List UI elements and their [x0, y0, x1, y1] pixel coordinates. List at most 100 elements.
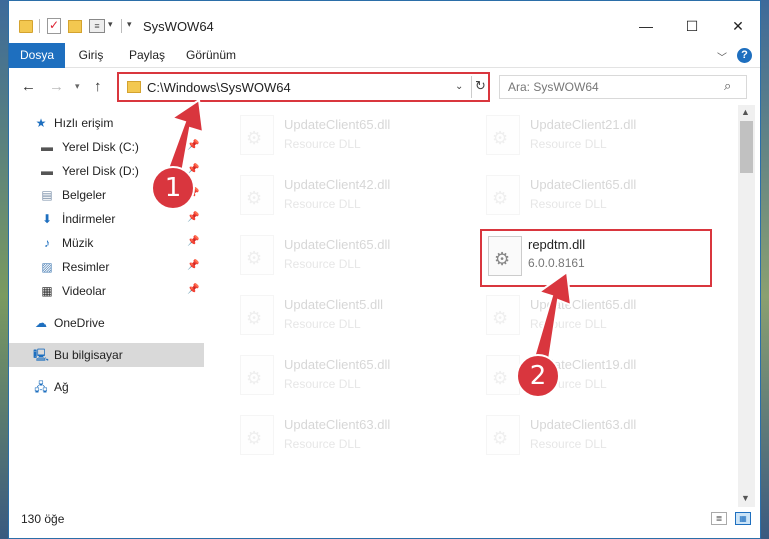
- vertical-scrollbar[interactable]: ▲ ▼: [738, 105, 755, 507]
- window-title: SysWOW64: [143, 19, 214, 34]
- gear-icon: ⚙: [246, 188, 263, 208]
- back-arrow-icon[interactable]: ←: [21, 78, 36, 95]
- file-item[interactable]: ⚙ UpdateClient42.dll Resource DLL: [204, 169, 440, 225]
- recent-locations-icon[interactable]: ▾: [75, 81, 80, 92]
- tab-share[interactable]: Paylaş: [122, 43, 172, 68]
- sidebar-item-drive-c[interactable]: ▬ Yerel Disk (C:) 📌: [9, 135, 204, 159]
- view-props-icon[interactable]: ≡: [89, 19, 105, 33]
- dll-file-icon: ⚙: [240, 355, 274, 395]
- sidebar-item-this-pc[interactable]: 🖳 Bu bilgisayar: [9, 343, 204, 367]
- file-item[interactable]: ⚙ UpdateClient65.dll Resource DLL: [204, 109, 440, 165]
- address-bar[interactable]: C:\Windows\SysWOW64 ⌄ ↻: [117, 72, 490, 102]
- pictures-icon: ▨: [41, 260, 53, 274]
- sidebar-item-pictures[interactable]: ▨ Resimler 📌: [9, 255, 204, 279]
- file-item[interactable]: ⚙ UpdateClient65.dll Resource DLL: [450, 169, 686, 225]
- customize-toolbar-icon[interactable]: ▾: [127, 19, 132, 35]
- dll-file-icon: ⚙: [240, 415, 274, 455]
- file-item[interactable]: ⚙ UpdateClient63.dll Resource DLL: [450, 409, 686, 465]
- file-item[interactable]: ⚙ UpdateClient21.dll Resource DLL: [450, 109, 686, 165]
- drive-icon: ▬: [41, 140, 53, 154]
- sidebar-item-music[interactable]: ♪ Müzik 📌: [9, 231, 204, 255]
- dll-file-icon: ⚙: [240, 235, 274, 275]
- sidebar-item-network[interactable]: 🖧 Ağ: [9, 375, 204, 399]
- music-icon: ♪: [44, 236, 50, 250]
- gear-icon: ⚙: [492, 428, 509, 448]
- address-path[interactable]: C:\Windows\SysWOW64: [147, 80, 291, 95]
- up-arrow-icon[interactable]: ↑: [94, 78, 102, 95]
- search-icon[interactable]: ⌕: [724, 78, 731, 94]
- pin-icon[interactable]: 📌: [187, 140, 199, 151]
- scroll-down-icon[interactable]: ▼: [741, 493, 750, 503]
- chevron-down-icon[interactable]: ▾: [108, 19, 113, 35]
- gear-icon: ⚙: [492, 308, 509, 328]
- refresh-icon[interactable]: ↻: [475, 78, 486, 94]
- downloads-icon: ⬇: [41, 212, 53, 226]
- gear-icon: ⚙: [492, 368, 509, 388]
- tab-file[interactable]: Dosya: [9, 43, 65, 68]
- help-icon[interactable]: ?: [737, 48, 752, 63]
- dll-file-icon: ⚙: [240, 175, 274, 215]
- gear-icon: ⚙: [246, 368, 263, 388]
- tiles-view-icon[interactable]: ▦: [735, 512, 751, 525]
- expand-ribbon-icon[interactable]: ﹀: [717, 49, 727, 64]
- scroll-up-icon[interactable]: ▲: [741, 107, 750, 117]
- new-folder-icon[interactable]: [68, 20, 82, 33]
- drive-icon: ▬: [41, 164, 53, 178]
- cloud-icon: ☁: [35, 316, 47, 330]
- forward-arrow-icon[interactable]: →: [49, 78, 64, 95]
- file-explorer-window: ✓ ≡ ▾ ▾ SysWOW64 — ☐ ✕ Dosya Giriş Payla…: [8, 0, 761, 539]
- search-input[interactable]: Ara: SysWOW64 ⌕: [499, 75, 747, 99]
- search-placeholder: Ara: SysWOW64: [508, 80, 599, 94]
- dll-file-icon: ⚙: [486, 175, 520, 215]
- file-item[interactable]: ⚙ UpdateClient5.dll Resource DLL: [204, 289, 440, 345]
- file-item[interactable]: ⚙ UpdateClient65.dll Resource DLL: [204, 229, 440, 285]
- close-button[interactable]: ✕: [715, 15, 760, 41]
- file-list: ⚙ UpdateClient65.dll Resource DLL ⚙ Upda…: [204, 105, 738, 507]
- file-item[interactable]: ⚙ UpdateClient63.dll Resource DLL: [204, 409, 440, 465]
- folder-icon: [127, 81, 141, 93]
- pin-icon[interactable]: 📌: [187, 236, 199, 247]
- desktop-background-left: [0, 0, 8, 539]
- folder-icon: [19, 20, 33, 33]
- sidebar-item-quick-access[interactable]: ★ Hızlı erişim: [9, 111, 204, 135]
- gear-icon: ⚙: [246, 428, 263, 448]
- title-bar: ✓ ≡ ▾ ▾ SysWOW64 — ☐ ✕: [9, 1, 760, 41]
- gear-icon: ⚙: [494, 249, 511, 269]
- network-icon: 🖧: [34, 380, 48, 394]
- dll-file-icon: ⚙: [486, 295, 520, 335]
- ribbon-tabs: Dosya Giriş Paylaş Görünüm ﹀ ?: [9, 43, 760, 68]
- file-item[interactable]: ⚙ UpdateClient65.dll Resource DLL: [450, 289, 686, 345]
- dll-file-icon: ⚙: [486, 415, 520, 455]
- star-icon: ★: [35, 116, 47, 130]
- details-view-icon[interactable]: ≣: [711, 512, 727, 525]
- gear-icon: ⚙: [246, 248, 263, 268]
- sidebar-item-videos[interactable]: ▦ Videolar 📌: [9, 279, 204, 303]
- address-toolbar: ← → ▾ ↑ C:\Windows\SysWOW64 ⌄ ↻ Ara: Sys…: [9, 69, 760, 105]
- maximize-button[interactable]: ☐: [669, 15, 715, 41]
- pin-icon[interactable]: 📌: [187, 284, 199, 295]
- minimize-button[interactable]: —: [623, 15, 669, 41]
- sidebar-item-onedrive[interactable]: ☁ OneDrive: [9, 311, 204, 335]
- file-item[interactable]: ⚙ UpdateClient19.dll Resource DLL: [450, 349, 686, 405]
- step-badge-1: 1: [151, 166, 195, 210]
- gear-icon: ⚙: [492, 128, 509, 148]
- dll-file-icon: ⚙: [486, 355, 520, 395]
- pin-icon[interactable]: 📌: [187, 212, 199, 223]
- properties-check-icon[interactable]: ✓: [47, 18, 61, 34]
- tab-home[interactable]: Giriş: [69, 43, 113, 68]
- file-item-repdtm[interactable]: ⚙ repdtm.dll 6.0.0.8161: [480, 229, 712, 287]
- dll-file-icon: ⚙: [240, 295, 274, 335]
- status-bar: 130 öğe ≣ ▦: [9, 507, 760, 531]
- quick-access-separator: [39, 19, 40, 33]
- videos-icon: ▦: [41, 284, 53, 298]
- gear-icon: ⚙: [246, 308, 263, 328]
- dll-file-icon: ⚙: [240, 115, 274, 155]
- scrollbar-thumb[interactable]: [740, 121, 753, 173]
- pin-icon[interactable]: 📌: [187, 260, 199, 271]
- dll-file-icon: ⚙: [486, 115, 520, 155]
- file-item[interactable]: ⚙ UpdateClient65.dll Resource DLL: [204, 349, 440, 405]
- item-count: 130 öğe: [21, 512, 65, 526]
- tab-view[interactable]: Görünüm: [177, 43, 245, 68]
- chevron-down-icon[interactable]: ⌄: [455, 81, 463, 92]
- sidebar-item-downloads[interactable]: ⬇ İndirmeler 📌: [9, 207, 204, 231]
